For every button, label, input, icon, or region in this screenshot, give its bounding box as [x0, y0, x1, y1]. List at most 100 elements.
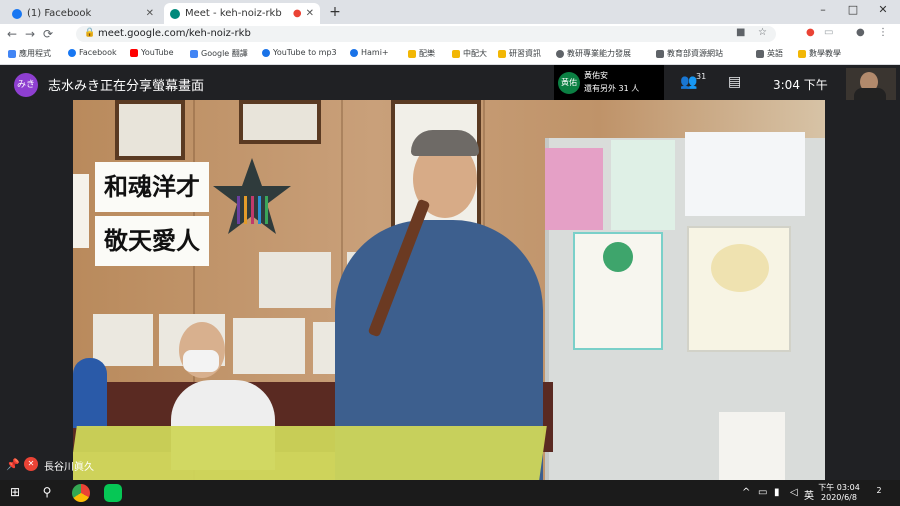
globe-icon	[556, 49, 564, 58]
bookmark-label: YouTube	[141, 48, 174, 57]
page-icon	[756, 49, 764, 58]
maximize-button[interactable]: □	[842, 3, 864, 16]
people-count: 31	[696, 72, 707, 81]
wall-poster	[73, 174, 89, 248]
folder-icon	[498, 49, 506, 58]
search-icon[interactable]: ⚲	[38, 485, 56, 499]
taskbar-time: 下午 03:04	[818, 483, 860, 492]
bookmark-item[interactable]: 教研專業能力發展	[556, 48, 631, 59]
extension-icon[interactable]: ●	[806, 27, 815, 38]
bookmark-item[interactable]: 應用程式	[8, 48, 51, 59]
calligraphy-banner: 敬天愛人	[95, 216, 209, 266]
chat-icon[interactable]: ▤	[728, 74, 741, 90]
wall-picture-frame	[115, 100, 185, 160]
recording-dot-icon: ●	[292, 8, 302, 19]
folder-icon	[452, 49, 460, 58]
wall-poster	[611, 140, 675, 230]
bookmark-label: Google 翻譯	[201, 49, 248, 58]
presenter-name-label: 長谷川眞久	[44, 462, 94, 473]
wall-picture-frame	[239, 100, 321, 144]
profile-avatar[interactable]: ●	[856, 27, 865, 38]
close-window-button[interactable]: ✕	[872, 3, 894, 16]
bookmark-item[interactable]: 教育部資源網站	[656, 48, 723, 59]
pin-icon[interactable]: 📌	[6, 458, 20, 471]
battery-icon[interactable]: ▭	[758, 487, 767, 498]
wall-poster	[93, 314, 153, 366]
bookmark-item[interactable]: 英語	[756, 48, 783, 59]
globe-icon	[262, 48, 270, 57]
chrome-icon[interactable]	[72, 484, 90, 502]
bookmark-label: YouTube to mp3	[273, 48, 337, 57]
people-icon[interactable]: 👥	[680, 74, 697, 90]
bookmark-label: 教研專業能力發展	[567, 49, 631, 58]
seated-person	[73, 358, 107, 428]
lock-icon: 🔒	[84, 28, 96, 38]
close-tab-icon[interactable]: ✕	[146, 8, 154, 19]
wall-poster	[719, 412, 785, 480]
bookmark-label: 數學教學	[809, 49, 841, 58]
new-tab-button[interactable]: +	[326, 3, 344, 21]
wall-poster	[545, 148, 603, 230]
bookmark-label: 教育部資源網站	[667, 49, 723, 58]
network-icon[interactable]: ▮	[774, 487, 780, 498]
music-stand	[73, 426, 547, 480]
bookmark-star-icon[interactable]: ☆	[758, 27, 767, 38]
bookmark-folder[interactable]: 配樂	[408, 48, 435, 59]
close-tab-icon[interactable]: ✕	[306, 8, 314, 19]
participant-tile[interactable]: 黃佑安 黃佑安 還有另外 31 人	[554, 65, 664, 109]
extension-icon[interactable]: ▭	[824, 27, 833, 38]
folder-icon	[798, 49, 806, 58]
shared-screen-video: 和魂洋才 敬天愛人	[73, 100, 825, 480]
windows-start-icon[interactable]: ⊞	[6, 485, 24, 499]
back-arrow-icon[interactable]: ←	[4, 26, 20, 42]
folder-icon	[408, 49, 416, 58]
youtube-icon	[130, 48, 138, 57]
chevron-up-icon[interactable]: ^	[742, 487, 750, 498]
bookmark-folder[interactable]: 數學教學	[798, 48, 841, 59]
performer-hair	[411, 130, 479, 156]
tab-facebook[interactable]: (1) Facebook ✕	[6, 3, 160, 24]
bookmark-label: 中配大	[463, 49, 487, 58]
browser-tab-strip: (1) Facebook ✕ Meet - keh-noiz-rkb ● ✕ +…	[0, 0, 900, 24]
facebook-favicon-icon	[12, 8, 22, 19]
wall-poster	[233, 318, 305, 374]
tab-title: (1) Facebook	[27, 8, 92, 19]
presenter-avatar: みき	[14, 73, 38, 97]
address-bar[interactable]: 🔒 meet.google.com/keh-noiz-rkb ■ ☆	[76, 26, 776, 42]
mascot-drawing	[603, 242, 633, 272]
bookmark-label: Hami+	[361, 48, 389, 57]
bookmark-folder[interactable]: 中配大	[452, 48, 487, 59]
participant-name: 黃佑安	[584, 71, 608, 80]
wall-poster	[685, 132, 805, 216]
url-text: meet.google.com/keh-noiz-rkb	[98, 28, 251, 39]
minimize-button[interactable]: –	[812, 3, 834, 16]
bookmark-item[interactable]: Facebook	[68, 48, 117, 57]
volume-icon[interactable]: ◁	[790, 487, 798, 498]
line-app-icon[interactable]	[104, 484, 122, 502]
tab-meet[interactable]: Meet - keh-noiz-rkb ● ✕	[164, 3, 320, 24]
forward-arrow-icon[interactable]: →	[22, 26, 38, 42]
wall-poster	[687, 226, 791, 352]
participant-avatar: 黃佑安	[558, 72, 580, 109]
globe-icon	[350, 48, 358, 57]
page-icon	[656, 49, 664, 58]
tab-title: Meet - keh-noiz-rkb	[185, 8, 282, 19]
drawing-circle	[711, 244, 769, 292]
wall-poster	[573, 232, 663, 350]
bookmark-item[interactable]: Google 翻譯	[190, 48, 248, 59]
menu-kebab-icon[interactable]: ⋮	[878, 27, 888, 38]
reload-icon[interactable]: ⟳	[40, 26, 56, 42]
notification-badge[interactable]: 2	[872, 486, 886, 500]
taskbar-clock[interactable]: 下午 03:04 2020/6/8	[816, 483, 862, 503]
camera-icon[interactable]: ■	[736, 27, 745, 38]
bookmark-item[interactable]: YouTube	[130, 48, 174, 57]
presenting-status: 志水みき正在分享螢幕畫面	[48, 79, 205, 94]
self-view-video[interactable]	[846, 68, 896, 100]
bookmark-item[interactable]: YouTube to mp3	[262, 48, 337, 57]
language-indicator[interactable]: 英	[804, 487, 814, 502]
windows-taskbar: ⊞ ⚲ ^ ▭ ▮ ◁ 英 下午 03:04 2020/6/8 2	[0, 480, 900, 506]
google-translate-icon	[190, 49, 198, 58]
bookmark-item[interactable]: Hami+	[350, 48, 389, 57]
bookmark-folder[interactable]: 研習資訊	[498, 48, 541, 59]
face-mask	[183, 350, 219, 372]
